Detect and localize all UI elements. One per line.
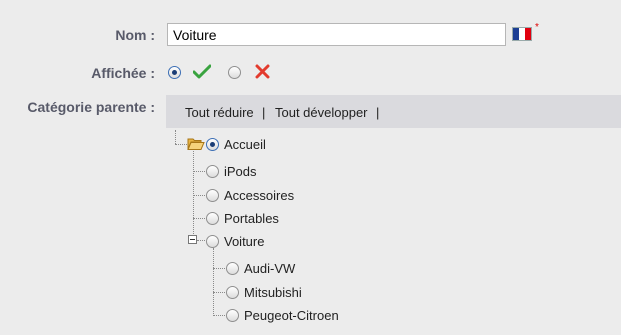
category-radio-audi-vw[interactable] [226, 262, 239, 275]
tree-node-label[interactable]: Accessoires [224, 188, 294, 203]
tree-node-label[interactable]: Audi-VW [244, 261, 295, 276]
collapse-all-link[interactable]: Tout réduire [185, 105, 254, 120]
tree-connector [193, 195, 205, 196]
open-folder-icon [187, 138, 205, 150]
category-radio-voiture[interactable] [206, 235, 219, 248]
tree-node-label[interactable]: Peugeot-Citroen [244, 308, 339, 323]
tree-connector [213, 292, 225, 293]
category-radio-accessoires[interactable] [206, 189, 219, 202]
category-radio-mitsubishi[interactable] [226, 286, 239, 299]
toolbar-separator: | [262, 105, 266, 120]
tree-node-label[interactable]: Mitsubishi [244, 285, 302, 300]
tree-connector [175, 144, 187, 145]
tree-connector [175, 130, 176, 144]
tree-connector [193, 218, 205, 219]
parent-category-label: Catégorie parente : [27, 99, 155, 115]
tree-connector [213, 268, 225, 269]
category-tree-toolbar: Tout réduire | Tout développer | [166, 95, 621, 128]
tree-connector [213, 248, 214, 316]
tree-connector [193, 171, 205, 172]
tree-node-label[interactable]: Accueil [224, 137, 266, 152]
expand-all-link[interactable]: Tout développer [275, 105, 368, 120]
tree-connector [197, 240, 205, 241]
tree-node-label[interactable]: iPods [224, 164, 257, 179]
tree-connector [213, 315, 225, 316]
tree-node-label[interactable]: Portables [224, 211, 279, 226]
required-marker: * [535, 22, 539, 33]
toolbar-separator: | [376, 105, 380, 120]
name-input[interactable] [167, 23, 506, 46]
cross-icon [255, 64, 270, 79]
category-radio-ipods[interactable] [206, 165, 219, 178]
category-radio-peugeot-citroen[interactable] [226, 309, 239, 322]
displayed-label: Affichée : [91, 65, 155, 81]
category-radio-portables[interactable] [206, 212, 219, 225]
name-label: Nom : [115, 27, 155, 43]
tree-node-label[interactable]: Voiture [224, 234, 264, 249]
category-radio-accueil[interactable] [206, 138, 219, 151]
check-icon [193, 64, 211, 79]
collapse-minus-icon[interactable] [188, 235, 197, 244]
displayed-yes-radio[interactable] [168, 66, 181, 79]
french-flag-icon[interactable] [513, 28, 531, 40]
displayed-no-radio[interactable] [228, 66, 241, 79]
